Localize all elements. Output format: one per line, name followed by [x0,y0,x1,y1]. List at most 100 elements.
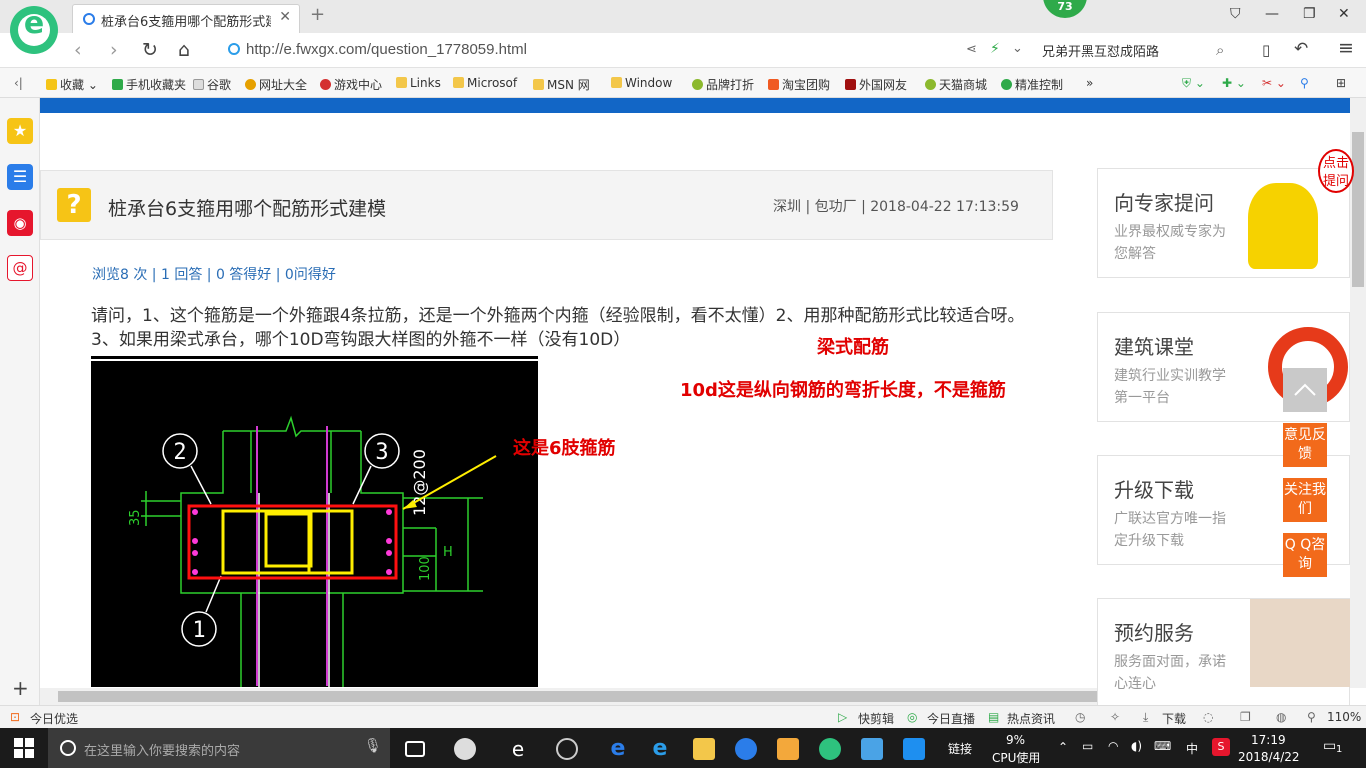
annotation-six-leg: 这是6肢箍筋 [513,438,616,459]
ie-browser-icon[interactable]: e [507,738,529,760]
tab-title: 桩承台6支箍用哪个配筋形式建模 [101,15,271,30]
ad-card-expert[interactable]: 向专家提问 业界最权威专家为您解答 点击提问 [1097,149,1354,278]
share-icon[interactable]: ⋖ [966,42,977,57]
bookmarks-more[interactable]: » [1086,76,1093,90]
bookmark-item[interactable]: 淘宝团购 [768,76,830,93]
ask-bubble[interactable]: 点击提问 [1318,149,1354,193]
status-item[interactable]: 热点资讯 [1007,710,1055,727]
live-icon: ◎ [907,710,918,724]
wifi-icon[interactable]: ◠ [1108,739,1118,753]
today-picks[interactable]: 今日优选 [30,710,78,727]
question-stats[interactable]: 浏览8 次 | 1 回答 | 0 答得好 | 0问得好 [92,264,336,284]
forward-icon[interactable]: › [110,39,118,61]
bookmarks-bar: ‹| 收藏 ⌄ 手机收藏夹 谷歌 网址大全 游戏中心 Links Microso… [0,68,1366,98]
volume-icon[interactable]: ◖) [1131,739,1142,753]
shirt-icon[interactable]: ⛉ [1230,6,1241,22]
restore-icon[interactable]: ❐ [1303,6,1316,22]
home-icon[interactable]: ⌂ [178,39,190,61]
links-toolbar[interactable]: 链接 [948,740,972,757]
bookmark-item[interactable]: 品牌打折 [692,76,754,93]
status-item[interactable]: 今日直播 [927,710,975,727]
lightning-icon[interactable]: ⚡ [990,41,1000,57]
notes-icon[interactable] [777,738,799,760]
apps-icon[interactable]: ⊞ [1336,76,1346,90]
bookmark-item[interactable]: Window [611,76,672,90]
clock-time[interactable]: 17:19 [1251,733,1286,747]
zoom-level[interactable]: 110% [1327,710,1361,724]
phone-icon[interactable]: ▯ [1262,41,1270,59]
shield-icon[interactable]: ⛨ ⌄ [1182,76,1205,91]
reader-icon[interactable]: ☰ [7,164,33,190]
browser-logo-icon[interactable]: e [10,6,58,54]
windows-start-icon[interactable] [14,738,34,758]
bookmark-item[interactable]: Links [396,76,441,90]
status-item[interactable]: 下载 [1162,710,1186,727]
search-icon[interactable]: ⌕ [1216,41,1224,59]
glodon-icon[interactable] [735,738,757,760]
vertical-scroll-thumb[interactable] [1352,132,1364,287]
magnifier-icon[interactable]: ⚲ [1300,76,1309,90]
search-input[interactable]: 兄弟开黑互怼成陌路 [1042,41,1242,60]
chevron-down-icon[interactable]: ⌄ [1012,41,1023,56]
follow-button[interactable]: 关注我们 [1283,478,1327,522]
scissors-icon[interactable]: ✂ ⌄ [1262,76,1286,90]
tools-icon[interactable]: ✧ [1110,710,1120,724]
cad-drawing: 2 3 1 35 H 100 12@200 [91,359,538,687]
tab-active[interactable]: 桩承台6支箍用哪个配筋形式建模 ✕ [72,4,300,33]
sidebar-toggle-icon[interactable]: ‹| [14,76,23,90]
minimize-icon[interactable]: — [1265,6,1279,22]
edge-icon[interactable]: e [607,738,629,760]
weibo-icon[interactable]: ◉ [7,210,33,236]
bookmark-item[interactable]: 收藏 ⌄ [46,76,98,93]
favorites-star-icon[interactable]: ★ [7,118,33,144]
speed-icon[interactable]: ◷ [1075,710,1085,724]
2345-browser-icon[interactable] [819,738,841,760]
clock-date[interactable]: 2018/4/22 [1238,750,1300,764]
back-icon[interactable]: ‹ [74,39,82,61]
new-tab-button[interactable]: + [310,4,325,25]
app-plus-icon[interactable] [903,738,925,760]
back-to-top-button[interactable] [1283,368,1327,412]
task-view-icon[interactable] [405,741,425,757]
undo-icon[interactable]: ↶ [1294,39,1308,59]
app-swirl-icon[interactable] [556,738,578,760]
taskbar-search[interactable]: 在这里输入你要搜索的内容 🎙 [48,728,390,768]
bookmark-item[interactable]: 手机收藏夹 [112,76,186,93]
close-window-icon[interactable]: ✕ [1338,6,1350,22]
bookmark-item[interactable]: MSN 网 [533,76,590,93]
ime-indicator[interactable]: 中 [1186,740,1198,757]
bookmark-item[interactable]: 谷歌 [193,76,231,93]
mic-icon[interactable]: 🎙 [364,738,382,754]
mail-icon[interactable]: @ [7,255,33,281]
add-icon[interactable]: + [12,676,29,700]
bookmark-item[interactable]: 网址大全 [245,76,307,93]
url-field[interactable]: http://e.fwxgx.com/question_1778059.html [228,41,527,58]
close-tab-icon[interactable]: ✕ [279,9,291,25]
menu-icon[interactable]: ≡ [1338,37,1354,59]
internet-explorer-icon[interactable]: e [649,738,671,760]
app-clipboard-icon[interactable] [861,738,883,760]
action-center-icon[interactable]: ▭ [1323,738,1336,754]
bookmark-item[interactable]: 外国网友 [845,76,907,93]
sound-icon[interactable]: ◍ [1276,710,1286,724]
tray-expand-icon[interactable]: ⌃ [1058,740,1068,754]
file-explorer-icon[interactable] [693,738,715,760]
ad-card-service[interactable]: 预约服务 服务面对面，承诺心连心 [1097,598,1350,708]
qq-button[interactable]: Q Q咨询 [1283,533,1327,577]
app-fan-icon[interactable] [454,738,476,760]
bookmark-item[interactable]: Microsof [453,76,517,90]
bookmark-item[interactable]: 天猫商城 [925,76,987,93]
sogou-icon[interactable]: S [1212,738,1230,756]
keyboard-icon[interactable]: ⌨ [1154,739,1171,753]
bookmark-item[interactable]: 游戏中心 [320,76,382,93]
download-icon: ⤓ [1143,710,1149,724]
window-icon[interactable]: ❐ [1240,710,1251,724]
clean-icon[interactable]: ◌ [1203,710,1213,724]
refresh-icon[interactable]: ↻ [142,39,158,61]
status-item[interactable]: 快剪辑 [858,710,894,727]
bookmark-item[interactable]: 精准控制 [1001,76,1063,93]
page-title: 桩承台6支箍用哪个配筋形式建模 [108,198,387,220]
feedback-button[interactable]: 意见反馈 [1283,423,1327,467]
battery-icon[interactable]: ▭ [1082,739,1093,753]
translate-icon[interactable]: ✚ ⌄ [1222,76,1246,90]
